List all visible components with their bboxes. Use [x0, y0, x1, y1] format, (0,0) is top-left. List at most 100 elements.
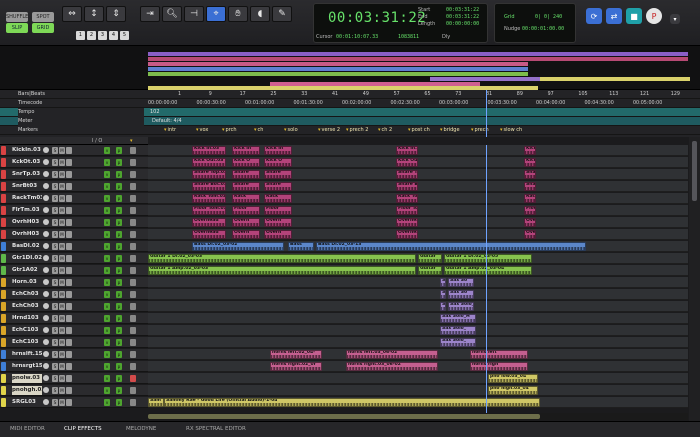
record-enable-icon[interactable]: [43, 315, 49, 321]
record-enable-icon[interactable]: [43, 363, 49, 369]
record-enable-icon[interactable]: [43, 267, 49, 273]
track-header[interactable]: Gtr1DI.02 S Mv p: [0, 253, 148, 264]
voice-button[interactable]: v: [104, 195, 110, 202]
playlist-button[interactable]: p: [116, 195, 122, 202]
marker-lock-icon[interactable]: ▾: [130, 137, 133, 145]
track-option-button[interactable]: [66, 207, 72, 214]
track-row[interactable]: SnrTp.03 S Mv p Snare Top.03 Snare Snare Snare …: [0, 169, 700, 180]
audio-clip[interactable]: Snare To: [396, 170, 418, 179]
audio-clip[interactable]: Overhead: [396, 218, 418, 227]
track-name[interactable]: FlrTm.03: [12, 206, 42, 215]
track-menu-icon[interactable]: [130, 219, 136, 226]
audio-clip[interactable]: Bass DI.02_03-02: [192, 242, 284, 251]
track-header[interactable]: EchC103 S Mv p: [0, 337, 148, 348]
audio-clip[interactable]: Floor: [264, 206, 292, 215]
audio-clip[interactable]: Rack To: [524, 194, 536, 203]
audio-clip[interactable]: Kick Out: [524, 158, 536, 167]
marker[interactable]: post ch: [408, 126, 430, 135]
audio-clip[interactable]: Sax Solo_H: [440, 314, 476, 323]
record-enable-icon[interactable]: [43, 291, 49, 297]
track-option-button[interactable]: [66, 219, 72, 226]
solo-button[interactable]: S: [52, 339, 58, 346]
track-header[interactable]: KickIn.03 S Mv p: [0, 145, 148, 156]
track-name[interactable]: pnolw.03: [12, 374, 42, 383]
horizontal-scroll-thumb[interactable]: [148, 414, 540, 419]
audio-clip[interactable]: Snare To: [524, 170, 536, 179]
track-menu-icon[interactable]: [130, 363, 136, 370]
playlist-button[interactable]: p: [116, 351, 122, 358]
audio-clip[interactable]: Rack: [264, 194, 292, 203]
record-enable-icon[interactable]: [43, 351, 49, 357]
track-row[interactable]: pnohgh.03 S Mv p pno high.03_04: [0, 385, 700, 396]
track-name[interactable]: hrnslft.15: [12, 350, 42, 359]
track-menu-icon[interactable]: [130, 399, 136, 406]
audio-clip[interactable]: Rack: [232, 194, 260, 203]
vertical-scrollbar[interactable]: [689, 137, 700, 421]
record-enable-icon[interactable]: [43, 327, 49, 333]
audio-clip[interactable]: Floor Tom.03: [192, 206, 226, 215]
track-lane[interactable]: Sax Solo_: [148, 337, 688, 348]
track-header[interactable]: SRGL03 S Mv p: [0, 397, 148, 408]
track-row[interactable]: hrnsrgt15 S Mv p horns right.02_0r horns righ…: [0, 361, 700, 372]
track-lane[interactable]: S Sax Solo_: [148, 301, 688, 312]
solo-button[interactable]: S: [52, 399, 58, 406]
audio-clip[interactable]: Guitar: [418, 254, 442, 263]
track-name[interactable]: SRGL03: [12, 398, 42, 407]
meter-ruler[interactable]: Meter Default: 4/4: [0, 117, 700, 126]
nudge-label[interactable]: Nudge: [504, 26, 520, 32]
audio-clip[interactable]: Kick O: [232, 158, 260, 167]
zoom-preset-1[interactable]: 1: [76, 31, 85, 40]
track-row[interactable]: Gtr1A02 S Mv p Guitar 1 Amp.02_03-03 Guitar Gu…: [0, 265, 700, 276]
audio-clip[interactable]: Guitar 1 DI.02_03-03: [148, 254, 416, 263]
voice-button[interactable]: v: [104, 219, 110, 226]
solo-button[interactable]: S: [52, 387, 58, 394]
track-name[interactable]: KickIn.03: [12, 146, 42, 155]
audio-clip[interactable]: Snare: [264, 170, 292, 179]
audio-clip[interactable]: Overh: [264, 230, 292, 239]
audio-clip[interactable]: Overh: [264, 218, 292, 227]
mute-button[interactable]: M: [59, 243, 65, 250]
audio-clip[interactable]: Kick Out.: [396, 158, 418, 167]
slip-mode-button[interactable]: SLIP: [6, 23, 28, 33]
shuffle-mode-button[interactable]: SHUFFLE: [6, 12, 28, 22]
track-menu-icon[interactable]: [130, 279, 136, 286]
playlist-button[interactable]: p: [116, 363, 122, 370]
horizontal-scrollbar[interactable]: [148, 413, 688, 420]
end-value[interactable]: 00:03:31:22: [446, 14, 479, 20]
tab-clip-effects[interactable]: CLIP EFFECTS: [64, 426, 102, 432]
track-name[interactable]: Gtr1DI.02: [12, 254, 42, 263]
track-header[interactable]: EchCh03 S Mv p: [0, 289, 148, 300]
grabber-tool-icon[interactable]: ✋︎: [228, 6, 248, 22]
mute-button[interactable]: M: [59, 303, 65, 310]
zoom-preset-4[interactable]: 4: [109, 31, 118, 40]
audio-clip[interactable]: Sammy Rae - Good Life (Official Audio)-1…: [164, 398, 540, 407]
mute-button[interactable]: M: [59, 255, 65, 262]
trim-tool-icon[interactable]: ⇥: [140, 6, 160, 22]
solo-button[interactable]: S: [52, 375, 58, 382]
timecode-ruler[interactable]: Timecode 00:00:00:00 00:00:30:00 00:01:00:…: [0, 99, 700, 108]
mute-button[interactable]: M: [59, 195, 65, 202]
track-option-button[interactable]: [66, 387, 72, 394]
record-enable-icon[interactable]: [43, 147, 49, 153]
zoom-out-icon[interactable]: ⇔: [62, 6, 82, 22]
zoom-preset-3[interactable]: 3: [98, 31, 107, 40]
track-option-button[interactable]: [66, 171, 72, 178]
track-menu-icon[interactable]: [130, 195, 136, 202]
nudge-value[interactable]: 00:00:01:00.00: [522, 26, 564, 32]
loop-icon[interactable]: ⟳: [586, 8, 602, 24]
track-option-button[interactable]: [66, 315, 72, 322]
track-header[interactable]: pnohgh.03 S Mv p: [0, 385, 148, 396]
track-name[interactable]: RackTm03: [12, 194, 42, 203]
track-option-button[interactable]: [66, 279, 72, 286]
audio-clip[interactable]: pno low.03_04: [488, 374, 538, 383]
marker[interactable]: ch: [254, 126, 264, 135]
track-option-button[interactable]: [66, 363, 72, 370]
tempo-value[interactable]: 102: [150, 108, 160, 117]
audio-clip[interactable]: horns right.03_06-02: [346, 362, 438, 371]
audio-clip[interactable]: Kick O: [264, 158, 292, 167]
audio-clip[interactable]: Guitar 1 Amp.02_03-04: [444, 266, 532, 275]
track-header[interactable]: SnrBt03 S Mv p: [0, 181, 148, 192]
record-enable-icon[interactable]: [43, 183, 49, 189]
audio-clip[interactable]: Overhead: [396, 230, 418, 239]
track-row[interactable]: Hrnd103 S Mv p Sax Solo_H: [0, 313, 700, 324]
